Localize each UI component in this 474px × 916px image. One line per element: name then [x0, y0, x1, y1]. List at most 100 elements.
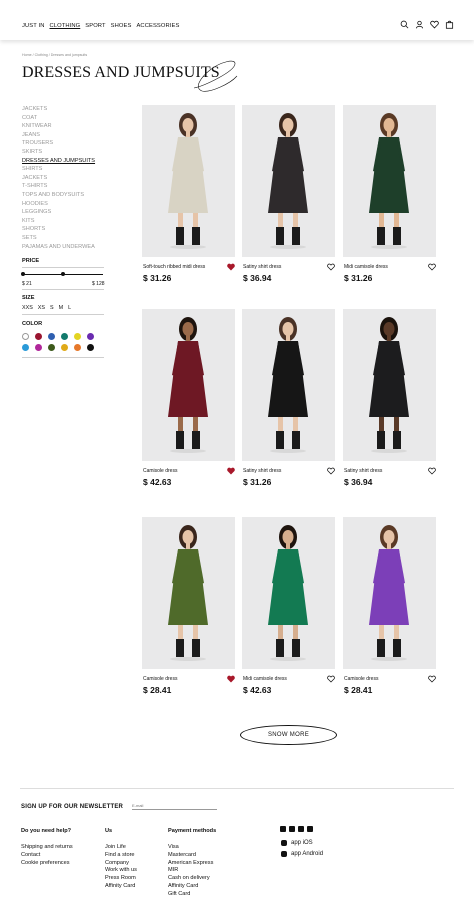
- heart-outline-icon[interactable]: [327, 675, 335, 683]
- nav-shoes[interactable]: SHOES: [111, 23, 132, 29]
- color-swatch[interactable]: [74, 333, 81, 340]
- size-option[interactable]: XS: [38, 305, 45, 311]
- footer-link[interactable]: Gift Card: [168, 891, 213, 899]
- youtube-icon[interactable]: [280, 826, 286, 832]
- wishlist-icon[interactable]: [430, 20, 439, 29]
- footer-link[interactable]: Affinity Card: [168, 883, 213, 891]
- footer-link[interactable]: Cookie preferences: [21, 860, 73, 868]
- product-image[interactable]: [242, 309, 335, 461]
- category-link[interactable]: JEANS: [22, 131, 112, 140]
- price-slider-min-handle[interactable]: [21, 272, 25, 276]
- product-image[interactable]: [142, 309, 235, 461]
- newsletter-email-input[interactable]: [132, 802, 217, 810]
- category-link[interactable]: SKIRTS: [22, 148, 112, 157]
- product-image[interactable]: [343, 517, 436, 669]
- color-swatch[interactable]: [35, 333, 42, 340]
- category-link[interactable]: JACKETS: [22, 105, 112, 114]
- heart-filled-icon[interactable]: [227, 263, 235, 271]
- category-link[interactable]: TOPS AND BODYSUITS: [22, 191, 112, 200]
- footer-link[interactable]: Cash on delivery: [168, 875, 213, 883]
- size-option[interactable]: S: [50, 305, 54, 311]
- color-swatch[interactable]: [74, 344, 81, 351]
- category-link[interactable]: SHIRTS: [22, 165, 112, 174]
- breadcrumb[interactable]: Home / Clothing / Dresses and jumpsuits: [22, 53, 87, 57]
- category-link[interactable]: DRESSES AND JUMPSUITS: [22, 157, 112, 166]
- product-image[interactable]: [142, 517, 235, 669]
- product-image[interactable]: [242, 105, 335, 257]
- color-swatch[interactable]: [87, 344, 94, 351]
- product-image[interactable]: [242, 517, 335, 669]
- category-link[interactable]: KITS: [22, 217, 112, 226]
- color-swatch[interactable]: [61, 344, 68, 351]
- footer-link[interactable]: Visa: [168, 844, 213, 852]
- heart-outline-icon[interactable]: [327, 467, 335, 475]
- color-swatch[interactable]: [48, 344, 55, 351]
- category-link[interactable]: TROUSERS: [22, 139, 112, 148]
- color-swatch[interactable]: [22, 333, 29, 340]
- show-more-button[interactable]: SNOW MORE: [240, 725, 337, 745]
- product-name[interactable]: Satiny shirt dress: [344, 468, 382, 474]
- heart-filled-icon[interactable]: [227, 675, 235, 683]
- product-name[interactable]: Midi camisole dress: [243, 676, 287, 682]
- category-link[interactable]: T-SHIRTS: [22, 182, 112, 191]
- product-name[interactable]: Camisole dress: [143, 468, 177, 474]
- size-option[interactable]: L: [68, 305, 71, 311]
- pinterest-icon[interactable]: [298, 826, 304, 832]
- user-icon[interactable]: [415, 20, 424, 29]
- product-name[interactable]: Camisole dress: [344, 676, 378, 682]
- footer-link[interactable]: American Express: [168, 860, 213, 868]
- footer-link[interactable]: MIR: [168, 867, 213, 875]
- category-link[interactable]: KNITWEAR: [22, 122, 112, 131]
- search-icon[interactable]: [400, 20, 409, 29]
- category-link[interactable]: SETS: [22, 234, 112, 243]
- color-swatch[interactable]: [87, 333, 94, 340]
- product-image[interactable]: [343, 105, 436, 257]
- heart-filled-icon[interactable]: [227, 467, 235, 475]
- heart-outline-icon[interactable]: [428, 263, 436, 271]
- category-link[interactable]: PAJAMAS AND UNDERWEA: [22, 243, 112, 252]
- footer-link[interactable]: Company: [105, 860, 137, 868]
- facebook-icon[interactable]: [307, 826, 313, 832]
- app-ios-link[interactable]: app iOS: [281, 840, 313, 846]
- footer-link[interactable]: Shipping and returns: [21, 844, 73, 852]
- product-name[interactable]: Midi camisole dress: [344, 264, 388, 270]
- footer-link[interactable]: Press Room: [105, 875, 137, 883]
- price-slider-max-handle[interactable]: [61, 272, 65, 276]
- color-swatch[interactable]: [48, 333, 55, 340]
- color-swatch[interactable]: [22, 344, 29, 351]
- product-name[interactable]: Satiny shirt dress: [243, 264, 281, 270]
- footer-link[interactable]: Join Life: [105, 844, 137, 852]
- category-link[interactable]: HOODIES: [22, 200, 112, 209]
- product-name[interactable]: Camisole dress: [143, 676, 177, 682]
- heart-outline-icon[interactable]: [428, 467, 436, 475]
- footer-link[interactable]: Work with us: [105, 867, 137, 875]
- category-link[interactable]: COAT: [22, 114, 112, 123]
- product-name[interactable]: Soft-touch ribbed midi dress: [143, 264, 205, 270]
- product-image[interactable]: [142, 105, 235, 257]
- nav-accessories[interactable]: ACCESSORIES: [136, 23, 179, 29]
- footer-link[interactable]: Contact: [21, 852, 73, 860]
- footer-link[interactable]: Affinity Card: [105, 883, 137, 891]
- product-image[interactable]: [343, 309, 436, 461]
- footer-link[interactable]: Find a store: [105, 852, 137, 860]
- heart-outline-icon[interactable]: [428, 675, 436, 683]
- size-option[interactable]: M: [59, 305, 64, 311]
- color-swatch[interactable]: [61, 333, 68, 340]
- color-swatch[interactable]: [35, 344, 42, 351]
- app-ios-label: app iOS: [291, 840, 313, 846]
- nav-just-in[interactable]: JUST IN: [22, 23, 45, 29]
- category-link[interactable]: LEGGINGS: [22, 208, 112, 217]
- color-filter-title: COLOR: [22, 321, 43, 327]
- nav-sport[interactable]: SPORT: [85, 23, 105, 29]
- bag-icon[interactable]: [445, 20, 454, 29]
- instagram-icon[interactable]: [289, 826, 295, 832]
- nav-clothing[interactable]: CLOTHING: [50, 23, 81, 29]
- footer-link[interactable]: Mastercard: [168, 852, 213, 860]
- heart-outline-icon[interactable]: [327, 263, 335, 271]
- app-android-link[interactable]: app Android: [281, 851, 323, 857]
- divider: [22, 267, 104, 268]
- size-option[interactable]: XXS: [22, 305, 33, 311]
- category-link[interactable]: JACKETS: [22, 174, 112, 183]
- product-name[interactable]: Satiny shirt dress: [243, 468, 281, 474]
- category-link[interactable]: SHORTS: [22, 225, 112, 234]
